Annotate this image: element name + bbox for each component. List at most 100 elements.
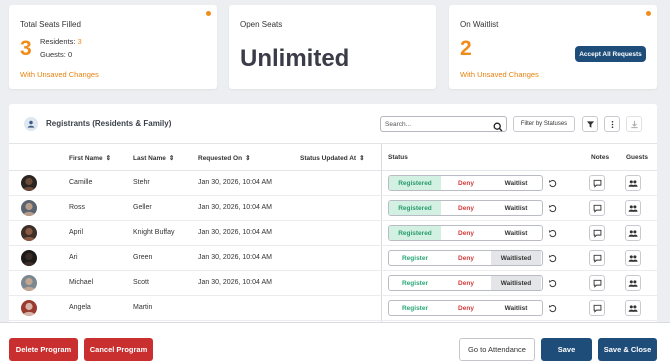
last-name-cell: Stehr	[133, 179, 150, 186]
column-first-name[interactable]: First Name ⇕	[69, 154, 111, 163]
last-name-cell: Scott	[133, 279, 149, 286]
undo-icon[interactable]	[545, 226, 559, 240]
column-last-name[interactable]: Last Name ⇕	[133, 154, 175, 163]
status-waitlist-option[interactable]: Waitlisted	[491, 276, 541, 290]
status-waitlist-option[interactable]: Waitlisted	[491, 251, 541, 265]
waitlist-title: On Waitlist	[460, 20, 499, 29]
column-requested-on[interactable]: Requested On ⇕	[198, 154, 251, 163]
seats-filled-title: Total Seats Filled	[20, 20, 81, 29]
status-deny-option[interactable]: Deny	[441, 226, 491, 240]
status-register-option[interactable]: Registered	[389, 201, 441, 215]
unsaved-changes-label: With Unsaved Changes	[20, 70, 99, 79]
guests-icon[interactable]	[625, 225, 641, 241]
last-name-cell: Knight Buffay	[133, 229, 175, 236]
guests-icon[interactable]	[625, 300, 641, 316]
save-close-button[interactable]: Save & Close	[598, 338, 657, 361]
table-row: Camille Stehr Jan 30, 2026, 10:04 AM Regist…	[9, 171, 657, 196]
status-register-option[interactable]: Registered	[389, 226, 441, 240]
registrants-header: Registrants (Residents & Family) Filter …	[9, 104, 657, 144]
status-selector: Register Deny Waitlisted	[388, 275, 543, 291]
download-icon[interactable]	[626, 116, 642, 132]
filter-by-statuses-button[interactable]: Filter by Statuses	[513, 116, 575, 132]
filter-icon[interactable]	[582, 116, 598, 132]
delete-program-button[interactable]: Delete Program	[9, 338, 78, 361]
status-waitlist-option[interactable]: Waitlist	[491, 226, 541, 240]
guests-icon[interactable]	[625, 200, 641, 216]
status-deny-option[interactable]: Deny	[441, 276, 491, 290]
status-deny-option[interactable]: Deny	[441, 251, 491, 265]
unsaved-changes-label: With Unsaved Changes	[460, 70, 539, 79]
guests-icon[interactable]	[625, 175, 641, 191]
notes-icon[interactable]	[589, 300, 605, 316]
more-options-icon[interactable]	[604, 116, 620, 132]
avatar	[21, 275, 37, 291]
search-icon[interactable]	[493, 119, 503, 137]
notes-icon[interactable]	[589, 225, 605, 241]
status-waitlist-option[interactable]: Waitlist	[491, 176, 541, 190]
sort-icon: ⇕	[245, 155, 251, 162]
requested-on-cell: Jan 30, 2026, 10:04 AM	[198, 229, 272, 236]
requested-on-cell: Jan 30, 2026, 10:04 AM	[198, 204, 272, 211]
guests-icon[interactable]	[625, 250, 641, 266]
status-waitlist-option[interactable]: Waitlist	[491, 201, 541, 215]
table-row: Angela Martin Register Deny Waitlist	[9, 296, 657, 321]
table-row: Ross Geller Jan 30, 2026, 10:04 AM Register…	[9, 196, 657, 221]
registrants-panel: Registrants (Residents & Family) Filter …	[9, 104, 657, 334]
unsaved-dot-icon	[206, 11, 211, 16]
undo-icon[interactable]	[545, 276, 559, 290]
undo-icon[interactable]	[545, 301, 559, 315]
accept-all-requests-button[interactable]: Accept All Requests	[575, 46, 646, 62]
status-selector: Registered Deny Waitlist	[388, 200, 543, 216]
save-button[interactable]: Save	[541, 338, 592, 361]
undo-icon[interactable]	[545, 201, 559, 215]
status-selector: Registered Deny Waitlist	[388, 225, 543, 241]
search-input[interactable]	[385, 119, 490, 130]
first-name-cell: Camille	[69, 179, 93, 186]
table-row: Ari Green Jan 30, 2026, 10:04 AM Register De…	[9, 246, 657, 271]
status-deny-option[interactable]: Deny	[441, 301, 491, 315]
sort-icon: ⇕	[168, 155, 175, 162]
column-status-updated-at[interactable]: Status Updated At ⇕	[300, 154, 365, 163]
requested-on-cell: Jan 30, 2026, 10:04 AM	[198, 279, 272, 286]
notes-icon[interactable]	[589, 250, 605, 266]
notes-icon[interactable]	[589, 200, 605, 216]
status-waitlist-option[interactable]: Waitlist	[491, 301, 541, 315]
status-register-option[interactable]: Registered	[389, 176, 441, 190]
footer-bar: Delete Program Cancel Program Go to Atte…	[0, 322, 670, 364]
avatar	[21, 300, 37, 316]
notes-icon[interactable]	[589, 175, 605, 191]
open-seats-title: Open Seats	[240, 20, 283, 29]
sort-icon: ⇕	[359, 155, 365, 162]
status-register-option[interactable]: Register	[389, 276, 441, 290]
first-name-cell: Michael	[69, 279, 94, 286]
search-box[interactable]	[380, 116, 507, 132]
cancel-program-button[interactable]: Cancel Program	[84, 338, 153, 361]
seats-filled-value: 3	[20, 37, 32, 60]
seats-filled-card: Total Seats Filled 3 Residents: 3 Guests…	[9, 5, 217, 89]
status-register-option[interactable]: Register	[389, 301, 441, 315]
status-selector: Register Deny Waitlist	[388, 300, 543, 316]
column-guests: Guests	[626, 154, 649, 161]
waitlist-value: 2	[460, 37, 472, 60]
undo-icon[interactable]	[545, 176, 559, 190]
first-name-cell: April	[69, 229, 84, 236]
avatar	[21, 250, 37, 266]
guests-icon[interactable]	[625, 275, 641, 291]
table-header: First Name ⇕ Last Name ⇕ Requested On ⇕ Sta…	[9, 144, 657, 171]
undo-icon[interactable]	[545, 251, 559, 265]
notes-icon[interactable]	[589, 275, 605, 291]
open-seats-card: Open Seats Unlimited	[229, 5, 436, 89]
go-to-attendance-button[interactable]: Go to Attendance	[459, 338, 535, 361]
first-name-cell: Ross	[69, 204, 85, 211]
user-icon	[24, 117, 38, 131]
table-row: April Knight Buffay Jan 30, 2026, 10:04 AM…	[9, 221, 657, 246]
residents-count: Residents: 3	[40, 37, 82, 46]
status-deny-option[interactable]: Deny	[441, 176, 491, 190]
status-register-option[interactable]: Register	[389, 251, 441, 265]
waitlist-card: On Waitlist 2 Accept All Requests With U…	[449, 5, 657, 89]
requested-on-cell: Jan 30, 2026, 10:04 AM	[198, 179, 272, 186]
last-name-cell: Martin	[133, 304, 153, 311]
status-deny-option[interactable]: Deny	[441, 201, 491, 215]
column-status: Status	[388, 154, 408, 161]
last-name-cell: Green	[133, 254, 153, 261]
